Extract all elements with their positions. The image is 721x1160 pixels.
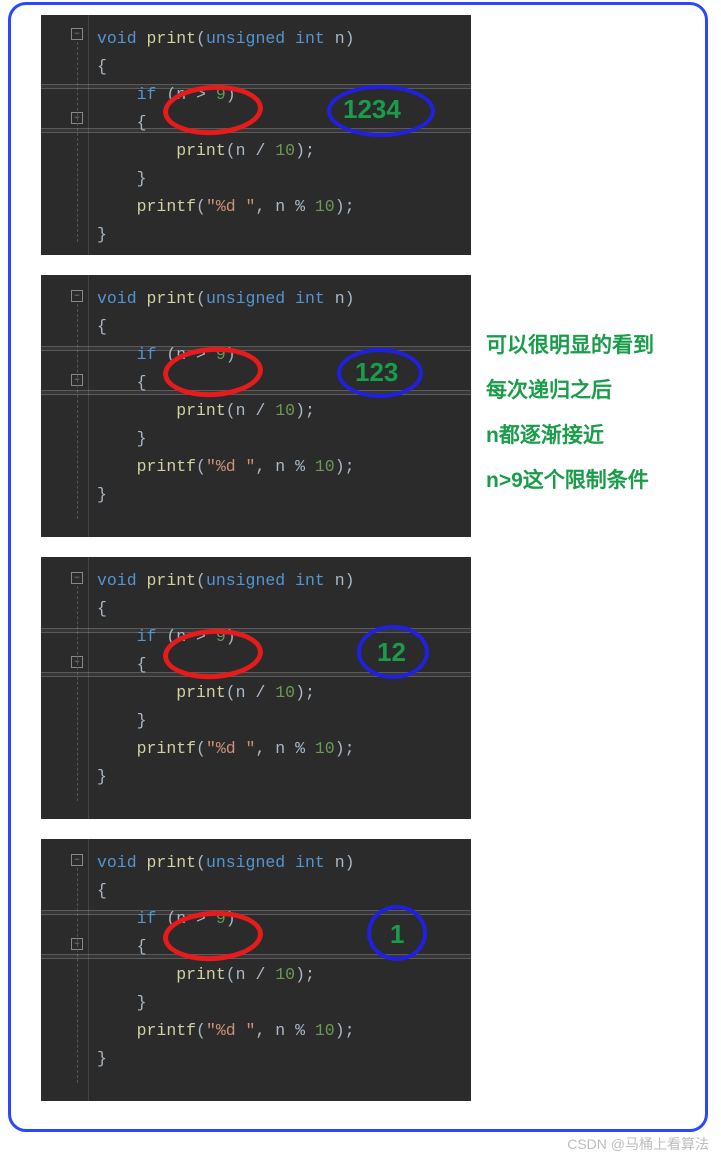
diagram-frame: − − void print(unsigned int n) { if (n >… <box>8 2 708 1132</box>
annotation-line: 每次递归之后 <box>486 368 708 413</box>
fold-minus-icon: − <box>71 28 83 40</box>
code-text: void print(unsigned int n) { if (n > 9) … <box>97 25 355 249</box>
fold-guide <box>77 42 78 242</box>
gutter: − − <box>41 15 89 255</box>
code-panel-1: − − void print(unsigned int n) { if (n >… <box>41 15 471 255</box>
gutter: − − <box>41 557 89 819</box>
fold-guide <box>77 868 78 1083</box>
value-badge-123: 123 <box>355 357 398 388</box>
gutter: − − <box>41 839 89 1101</box>
value-badge-1: 1 <box>390 919 404 950</box>
fold-guide <box>77 304 78 519</box>
fold-minus-icon: − <box>71 854 83 866</box>
code-panel-3: − − void print(unsigned int n) { if (n >… <box>41 557 471 819</box>
annotation-text: 可以很明显的看到 每次递归之后 n都逐渐接近 n>9这个限制条件 <box>486 323 708 503</box>
annotation-line: n>9这个限制条件 <box>486 458 708 503</box>
code-panel-4: − − void print(unsigned int n) { if (n >… <box>41 839 471 1101</box>
value-badge-1234: 1234 <box>343 94 401 125</box>
annotation-line: 可以很明显的看到 <box>486 323 708 368</box>
fold-guide <box>77 586 78 801</box>
value-badge-12: 12 <box>377 637 406 668</box>
code-panel-2: − − void print(unsigned int n) { if (n >… <box>41 275 471 537</box>
code-text: void print(unsigned int n) { if (n > 9) … <box>97 849 355 1073</box>
code-text: void print(unsigned int n) { if (n > 9) … <box>97 285 355 509</box>
fold-minus-icon: − <box>71 572 83 584</box>
code-text: void print(unsigned int n) { if (n > 9) … <box>97 567 355 791</box>
annotation-line: n都逐渐接近 <box>486 413 708 458</box>
gutter: − − <box>41 275 89 537</box>
fold-minus-icon: − <box>71 290 83 302</box>
watermark: CSDN @马桶上看算法 <box>567 1134 709 1154</box>
